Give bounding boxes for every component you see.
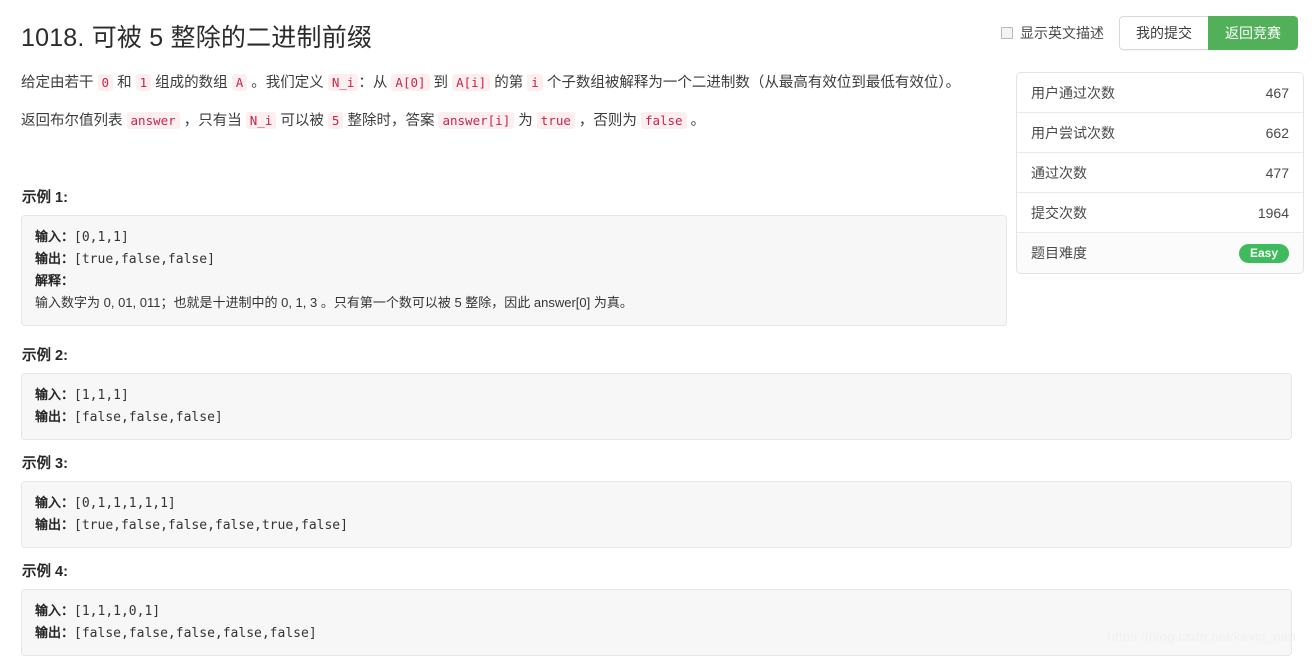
- code-value: [1,1,1,0,1]: [74, 604, 161, 619]
- example-heading: 示例 2:: [22, 348, 68, 364]
- desc2-text-4: 整除时，答案: [343, 113, 439, 129]
- desc1-text-2: 和: [113, 75, 136, 91]
- code-label: 解释：: [35, 273, 75, 288]
- stat-label: 通过次数: [1031, 164, 1087, 181]
- code-line: 解释：: [35, 270, 993, 292]
- code-label: 输出：: [35, 409, 75, 424]
- page-header: 1018. 可被 5 整除的二进制前缀 显示英文描述 我的提交 返回竞赛: [0, 0, 1314, 62]
- example-code-box: 输入：[0,1,1,1,1,1] 输出：[true,false,false,fa…: [21, 481, 1292, 548]
- code-line: 输入：[0,1,1,1,1,1]: [35, 492, 1278, 514]
- desc1-text-5: ：从: [358, 75, 392, 91]
- english-description-toggle[interactable]: 显示英文描述: [1001, 23, 1104, 43]
- problem-stats-panel: 用户通过次数 467 用户尝试次数 662 通过次数 477 提交次数 1964…: [1016, 72, 1304, 274]
- code-value: [false,false,false,false,false]: [74, 626, 317, 641]
- desc2-text-2: ，只有当: [179, 113, 246, 129]
- code-line: 输出：[false,false,false,false,false]: [35, 622, 1278, 644]
- problem-page: 1018. 可被 5 整除的二进制前缀 显示英文描述 我的提交 返回竞赛 给定由…: [0, 0, 1314, 656]
- desc1-code-5: A[0]: [391, 74, 430, 91]
- code-value: 输入数字为 0, 01, 011；也就是十进制中的 0, 1, 3 。只有第一个…: [35, 295, 633, 310]
- example-block-2: 示例 2: 输入：[1,1,1] 输出：[false,false,false]: [21, 344, 1292, 440]
- desc1-code-2: 1: [135, 74, 152, 91]
- code-line: 输入数字为 0, 01, 011；也就是十进制中的 0, 1, 3 。只有第一个…: [35, 292, 993, 314]
- desc1-code-7: i: [527, 74, 543, 91]
- stat-value: 467: [1265, 84, 1289, 101]
- stat-label: 用户通过次数: [1031, 84, 1115, 101]
- code-value: [1,1,1]: [74, 388, 129, 403]
- code-label: 输出：: [35, 517, 75, 532]
- code-value: [true,false,false,false,true,false]: [74, 518, 348, 533]
- stat-row: 用户尝试次数 662: [1017, 113, 1303, 153]
- stat-value: 477: [1265, 164, 1289, 181]
- code-label: 输出：: [35, 251, 75, 266]
- desc2-text-1: 返回布尔值列表: [21, 113, 127, 129]
- desc1-text-8: 个子数组被解释为一个二进制数（从最高有效位到最低有效位）。: [542, 75, 961, 91]
- code-line: 输入：[1,1,1,0,1]: [35, 600, 1278, 622]
- code-label: 输入：: [35, 229, 75, 244]
- back-to-contest-button[interactable]: 返回竞赛: [1208, 16, 1298, 50]
- stat-label: 用户尝试次数: [1031, 124, 1115, 141]
- code-line: 输入：[0,1,1]: [35, 226, 993, 248]
- desc2-text-5: 为: [514, 113, 537, 129]
- problem-description: 给定由若干 0 和 1 组成的数组 A 。我们定义 N_i ：从 A[0] 到 A…: [21, 70, 1007, 134]
- stat-value: 662: [1265, 124, 1289, 141]
- example-block-1: 示例 1: 输入：[0,1,1] 输出：[true,false,false] 解…: [21, 186, 1007, 326]
- code-label: 输入：: [35, 387, 75, 402]
- english-description-label: 显示英文描述: [1020, 25, 1104, 41]
- code-label: 输入：: [35, 495, 75, 510]
- desc1-text-1: 给定由若干: [21, 75, 98, 91]
- example-code-box: 输入：[1,1,1,0,1] 输出：[false,false,false,fal…: [21, 589, 1292, 656]
- my-submissions-button[interactable]: 我的提交: [1119, 16, 1208, 50]
- desc2-code-3: 5: [327, 112, 344, 129]
- desc1-code-1: 0: [97, 74, 114, 91]
- desc2-text-7: 。: [686, 113, 706, 129]
- code-label: 输出：: [35, 625, 75, 640]
- desc2-code-2: N_i: [245, 112, 277, 129]
- code-line: 输出：[false,false,false]: [35, 406, 1278, 428]
- example-block-3: 示例 3: 输入：[0,1,1,1,1,1] 输出：[true,false,fa…: [21, 452, 1292, 548]
- desc1-text-3: 组成的数组: [151, 75, 232, 91]
- stat-label: 提交次数: [1031, 204, 1087, 221]
- example-heading: 示例 4:: [22, 564, 68, 580]
- desc1-text-4: 。我们定义: [247, 75, 328, 91]
- example-block-4: 示例 4: 输入：[1,1,1,0,1] 输出：[false,false,fal…: [21, 560, 1292, 656]
- stat-row: 用户通过次数 467: [1017, 73, 1303, 113]
- header-actions: 显示英文描述 我的提交 返回竞赛: [1001, 16, 1298, 50]
- desc2-text-6: ，否则为: [574, 113, 641, 129]
- code-value: [false,false,false]: [74, 410, 223, 425]
- desc1-code-3: A: [231, 74, 248, 91]
- code-line: 输入：[1,1,1]: [35, 384, 1278, 406]
- desc1-text-7: 的第: [490, 75, 528, 91]
- example-heading: 示例 3:: [22, 456, 68, 472]
- code-label: 输入：: [35, 603, 75, 618]
- status-badge: Easy: [1238, 243, 1289, 263]
- checkbox-icon[interactable]: [1001, 27, 1013, 39]
- difficulty-row: 题目难度 Easy: [1017, 233, 1303, 273]
- code-value: [true,false,false]: [74, 252, 215, 267]
- desc1-code-6: A[i]: [452, 74, 491, 91]
- desc2-code-4: answer[i]: [438, 112, 515, 129]
- desc2-code-5: true: [536, 112, 575, 129]
- stat-row: 提交次数 1964: [1017, 193, 1303, 233]
- watermark: https://blog.csdn.net/kevin_nan: [1107, 629, 1296, 644]
- desc2-code-6: false: [640, 112, 687, 129]
- page-title: 1018. 可被 5 整除的二进制前缀: [21, 24, 373, 52]
- example-heading: 示例 1:: [22, 190, 68, 206]
- code-value: [0,1,1]: [74, 230, 129, 245]
- desc2-code-1: answer: [126, 112, 180, 129]
- code-line: 输出：[true,false,false]: [35, 248, 993, 270]
- description-paragraph-1: 给定由若干 0 和 1 组成的数组 A 。我们定义 N_i ：从 A[0] 到 A…: [21, 70, 1007, 96]
- difficulty-label: 题目难度: [1031, 245, 1087, 261]
- desc2-text-3: 可以被: [276, 113, 328, 129]
- example-code-box: 输入：[1,1,1] 输出：[false,false,false]: [21, 373, 1292, 440]
- header-button-group: 我的提交 返回竞赛: [1119, 16, 1298, 50]
- description-paragraph-2: 返回布尔值列表 answer ，只有当 N_i 可以被 5 整除时，答案 ans…: [21, 108, 1007, 134]
- desc1-text-6: 到: [429, 75, 453, 91]
- stat-row: 通过次数 477: [1017, 153, 1303, 193]
- example-code-box: 输入：[0,1,1] 输出：[true,false,false] 解释： 输入数…: [21, 215, 1007, 326]
- code-line: 输出：[true,false,false,false,true,false]: [35, 514, 1278, 536]
- code-value: [0,1,1,1,1,1]: [74, 496, 176, 511]
- desc1-code-4: N_i: [327, 74, 359, 91]
- stat-value: 1964: [1257, 204, 1289, 221]
